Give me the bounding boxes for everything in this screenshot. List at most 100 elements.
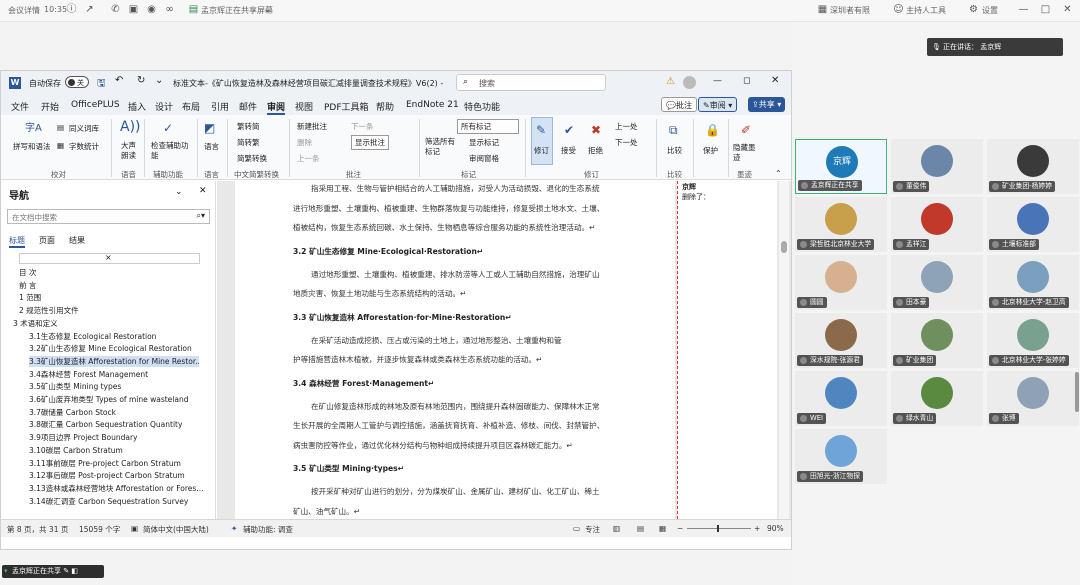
- info-icon[interactable]: ⓘ: [66, 4, 77, 15]
- participant-tile[interactable]: 土壤标准部: [987, 197, 1079, 252]
- new-comment-button[interactable]: 新建批注: [297, 121, 327, 132]
- close-icon[interactable]: ×: [105, 253, 112, 262]
- close-icon[interactable]: ✕: [1062, 4, 1073, 15]
- menu-pdf-toolbox[interactable]: PDF工具箱: [324, 100, 369, 113]
- hide-ink-button[interactable]: 隐藏墨迹: [733, 143, 759, 163]
- accessibility-status[interactable]: 辅助功能: 调查: [243, 524, 293, 535]
- search-box[interactable]: ⌕ 搜索: [456, 74, 606, 91]
- close-pane-icon[interactable]: ✕: [199, 186, 207, 196]
- host-tools[interactable]: 主持人工具: [906, 5, 946, 16]
- review-mode-button[interactable]: ✎审阅 ▾: [698, 97, 738, 112]
- wordcount-button[interactable]: 字数统计: [69, 141, 99, 152]
- chevron-down-icon[interactable]: ⌄: [262, 4, 273, 15]
- nav-heading-item[interactable]: 3.9项目边界 Project Boundary: [29, 432, 137, 443]
- page-count[interactable]: 第 8 页，共 31 页: [7, 524, 68, 535]
- nav-heading-item[interactable]: 3.13造林或森林经营地块 Afforestation or Fores...: [29, 483, 203, 494]
- menu-view[interactable]: 视图: [295, 100, 313, 113]
- word-count[interactable]: 15059 个字: [79, 524, 120, 535]
- menu-mailings[interactable]: 邮件: [239, 100, 257, 113]
- participant-tile[interactable]: 董俊伟: [891, 139, 983, 194]
- warning-icon[interactable]: ⚠: [666, 76, 675, 87]
- menu-home[interactable]: 开始: [41, 100, 59, 113]
- participant-tile[interactable]: 矿业集团-杨婷婷: [987, 139, 1079, 194]
- record-icon[interactable]: ◉: [146, 4, 157, 15]
- participant-tile[interactable]: 矿业集团: [891, 313, 983, 368]
- prev-change-button[interactable]: 上一处: [615, 121, 638, 132]
- tab-headings[interactable]: 标题: [9, 235, 25, 248]
- menu-officeplus[interactable]: OfficePLUS: [71, 100, 120, 110]
- phone-icon[interactable]: ✆: [110, 4, 121, 15]
- convert-button[interactable]: 简繁转换: [237, 153, 267, 164]
- nav-heading-item[interactable]: 3.10碳层 Carbon Stratum: [29, 445, 123, 456]
- menu-review[interactable]: 审阅: [267, 100, 286, 115]
- participant-tile[interactable]: 田本豪: [891, 255, 983, 310]
- thesaurus-button[interactable]: 同义词库: [69, 123, 99, 134]
- user-icon[interactable]: ☺: [893, 4, 904, 15]
- participant-tile[interactable]: 孟祥江: [891, 197, 983, 252]
- more-icon[interactable]: ⌄: [155, 75, 163, 86]
- participant-tile[interactable]: 张博: [987, 371, 1079, 426]
- participant-tile[interactable]: 北京林业大学-赵卫高: [987, 255, 1079, 310]
- menu-endnote[interactable]: EndNote 21: [406, 100, 459, 110]
- nav-heading-item[interactable]: 3.6矿山废弃地类型 Types of mine wasteland: [29, 394, 188, 405]
- nav-heading-item[interactable]: 3.3矿山恢复造林 Afforestation for Mine Restor.…: [29, 355, 199, 367]
- participant-tile[interactable]: 圆圆: [795, 255, 887, 310]
- host-name[interactable]: 深圳者有限: [830, 5, 870, 16]
- window-close-icon[interactable]: ✕: [771, 75, 779, 86]
- menu-insert[interactable]: 插入: [128, 100, 146, 113]
- reject-button[interactable]: 拒绝: [588, 145, 603, 156]
- zoom-slider-thumb[interactable]: [717, 525, 719, 532]
- read-aloud-button[interactable]: 大声朗读: [121, 141, 141, 161]
- search-icon[interactable]: ⌕▾: [197, 211, 206, 221]
- focus-mode[interactable]: 专注: [585, 524, 600, 535]
- zoom-level[interactable]: 90%: [767, 524, 784, 533]
- prev-comment-button[interactable]: 上一条: [297, 153, 320, 164]
- screen-icon[interactable]: ▣: [128, 4, 139, 15]
- participant-tile[interactable]: 绿水青山: [891, 371, 983, 426]
- markup-select[interactable]: 所有标记: [457, 119, 519, 134]
- language-button[interactable]: 语言: [204, 141, 219, 152]
- menu-file[interactable]: 文件: [11, 100, 29, 113]
- menu-layout[interactable]: 布局: [182, 100, 200, 113]
- participant-tile[interactable]: 北京林业大学-张婷婷: [987, 313, 1079, 368]
- read-mode-icon[interactable]: ▥: [613, 524, 620, 533]
- nav-heading-item[interactable]: 3.5矿山类型 Mining types: [29, 381, 121, 392]
- scrollbar-thumb[interactable]: [781, 241, 787, 253]
- autosave-toggle[interactable]: 关: [65, 76, 89, 88]
- stop-share-icon[interactable]: ◧: [71, 567, 78, 575]
- vertical-scrollbar[interactable]: [779, 181, 789, 519]
- check-accessibility-button[interactable]: 检查辅助功能: [151, 141, 189, 161]
- language-status[interactable]: 简体中文(中国大陆): [143, 524, 209, 535]
- filter-markup-button[interactable]: 筛选所有标记: [425, 137, 459, 157]
- protect-button[interactable]: 保护: [703, 145, 718, 156]
- settings-link[interactable]: 设置: [982, 5, 998, 16]
- print-layout-icon[interactable]: ▤: [637, 524, 644, 533]
- web-layout-icon[interactable]: ▦: [659, 524, 666, 533]
- pencil-icon[interactable]: ✎: [63, 567, 69, 575]
- to-simplified-button[interactable]: 简转繁: [237, 137, 260, 148]
- comment-button[interactable]: 💬批注: [661, 97, 697, 112]
- nav-collapse-bar[interactable]: ×: [19, 253, 200, 264]
- review-pane-button[interactable]: 审阅窗格: [469, 153, 499, 164]
- undo-icon[interactable]: ↶: [115, 75, 123, 86]
- user-avatar-icon[interactable]: [683, 76, 696, 89]
- participant-tile[interactable]: 深水规院-张源君: [795, 313, 887, 368]
- maximize-icon[interactable]: □: [1040, 4, 1051, 15]
- accept-button[interactable]: 接受: [561, 145, 576, 156]
- nav-heading-item[interactable]: 3 术语和定义: [13, 318, 58, 329]
- tab-pages[interactable]: 页面: [39, 235, 55, 246]
- next-change-button[interactable]: 下一处: [615, 137, 638, 148]
- share-button[interactable]: ⇪共享 ▾: [748, 97, 786, 112]
- bottom-sharing-bar[interactable]: ▾ 孟京辉正在共享 ✎ ◧: [2, 565, 104, 578]
- nav-heading-item[interactable]: 3.8碳汇量 Carbon Sequestration Quantity: [29, 419, 182, 430]
- participant-tile[interactable]: 梁哲胜北京林业大学: [795, 197, 887, 252]
- zoom-out-icon[interactable]: −: [677, 524, 683, 533]
- glasses-icon[interactable]: ∞: [164, 4, 175, 15]
- participant-tile[interactable]: WEI: [795, 371, 887, 426]
- minimize-icon[interactable]: —: [1018, 4, 1029, 15]
- chevron-down-icon[interactable]: ⌄: [175, 187, 183, 197]
- to-traditional-button[interactable]: 繁转简: [237, 121, 260, 132]
- window-restore-icon[interactable]: ◻: [743, 76, 750, 86]
- nav-heading-item[interactable]: 3.1生态修复 Ecological Restoration: [29, 331, 156, 342]
- layout-icon[interactable]: ▦: [817, 4, 828, 15]
